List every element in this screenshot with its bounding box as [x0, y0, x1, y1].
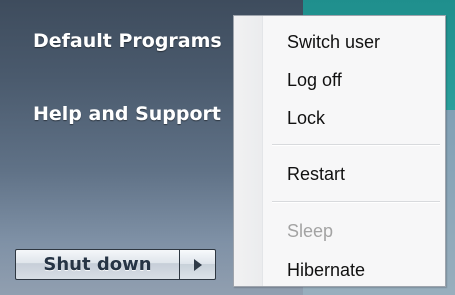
menu-separator [272, 144, 440, 146]
shutdown-control-group: Shut down [15, 249, 216, 280]
sleep-menu-item: Sleep [287, 220, 334, 241]
hibernate-menu-item[interactable]: Hibernate [234, 251, 445, 289]
menu-separator [272, 201, 440, 203]
shut-down-button[interactable]: Shut down [15, 249, 180, 280]
start-menu-screen: Default Programs Help and Support Shut d… [0, 0, 455, 295]
lock-menu-item[interactable]: Lock [234, 99, 445, 137]
restart-menu-item[interactable]: Restart [234, 155, 445, 193]
power-options-arrow-button[interactable] [180, 249, 216, 280]
power-options-menu: Switch user Log off Lock Restart Sleep H… [233, 15, 446, 287]
switch-user-menu-item[interactable]: Switch user [234, 23, 445, 61]
help-and-support-link[interactable]: Help and Support [33, 103, 221, 125]
chevron-right-icon [193, 258, 202, 271]
log-off-menu-item[interactable]: Log off [234, 61, 445, 99]
default-programs-link[interactable]: Default Programs [33, 30, 222, 52]
